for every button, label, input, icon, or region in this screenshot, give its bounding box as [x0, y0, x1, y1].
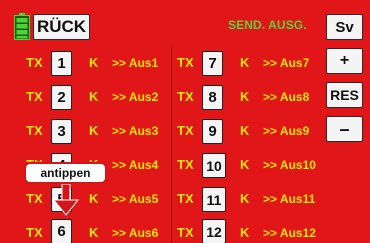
channel-number-box[interactable]: 1 [51, 51, 72, 76]
channel-number-box[interactable]: 10 [202, 153, 226, 178]
k-label: K [89, 123, 99, 138]
channel-number-box[interactable]: 9 [202, 119, 223, 144]
output-label: >> Aus10 [263, 158, 316, 172]
channel-number-box[interactable]: 2 [51, 85, 72, 110]
plus-button[interactable]: + [326, 48, 363, 74]
battery-icon [14, 13, 30, 40]
tx-label: TX [26, 123, 43, 138]
channel-number-box[interactable]: 11 [202, 187, 226, 212]
k-label: K [240, 225, 250, 240]
tx-label: TX [177, 89, 194, 104]
tx-label: TX [26, 225, 43, 240]
output-label: >> Aus1 [112, 56, 159, 70]
tx-label: TX [177, 191, 194, 206]
back-button[interactable]: RÜCK [33, 14, 90, 40]
output-label: >> Aus6 [112, 226, 159, 240]
tx-label: TX [177, 55, 194, 70]
k-label: K [240, 55, 250, 70]
channel-number-box[interactable]: 3 [51, 119, 72, 144]
k-label: K [89, 225, 99, 240]
k-label: K [240, 191, 250, 206]
receiver-output-screen: RÜCK SEND. AUSG. Sv + RES – TX 1 K >> Au… [0, 0, 370, 243]
reset-button[interactable]: RES [326, 82, 363, 108]
output-label: >> Aus2 [112, 90, 159, 104]
tx-label: TX [26, 191, 43, 206]
tx-label: TX [26, 55, 43, 70]
output-label: >> Aus11 [263, 192, 316, 206]
sv-button[interactable]: Sv [326, 14, 363, 40]
tap-hint-bubble: antippen [24, 162, 107, 184]
k-label: K [240, 123, 250, 138]
tx-label: TX [26, 89, 43, 104]
k-label: K [89, 191, 99, 206]
output-label: >> Aus5 [112, 192, 159, 206]
k-label: K [240, 89, 250, 104]
channel-number-box[interactable]: 8 [202, 85, 223, 110]
output-label: >> Aus9 [263, 124, 310, 138]
k-label: K [240, 157, 250, 172]
screen-title: SEND. AUSG. [228, 18, 307, 32]
output-label: >> Aus4 [112, 158, 159, 172]
tx-label: TX [177, 225, 194, 240]
channel-number-box[interactable]: 7 [202, 51, 223, 76]
output-label: >> Aus3 [112, 124, 159, 138]
output-label: >> Aus7 [263, 56, 310, 70]
channel-number-box[interactable]: 12 [202, 219, 226, 243]
column-divider [171, 45, 172, 243]
tx-label: TX [177, 123, 194, 138]
k-label: K [89, 89, 99, 104]
output-label: >> Aus12 [263, 226, 316, 240]
tx-label: TX [177, 157, 194, 172]
channel-number-box[interactable]: 6 [51, 219, 72, 243]
output-label: >> Aus8 [263, 90, 310, 104]
minus-button[interactable]: – [326, 116, 363, 142]
k-label: K [89, 55, 99, 70]
down-arrow-icon [53, 184, 79, 216]
